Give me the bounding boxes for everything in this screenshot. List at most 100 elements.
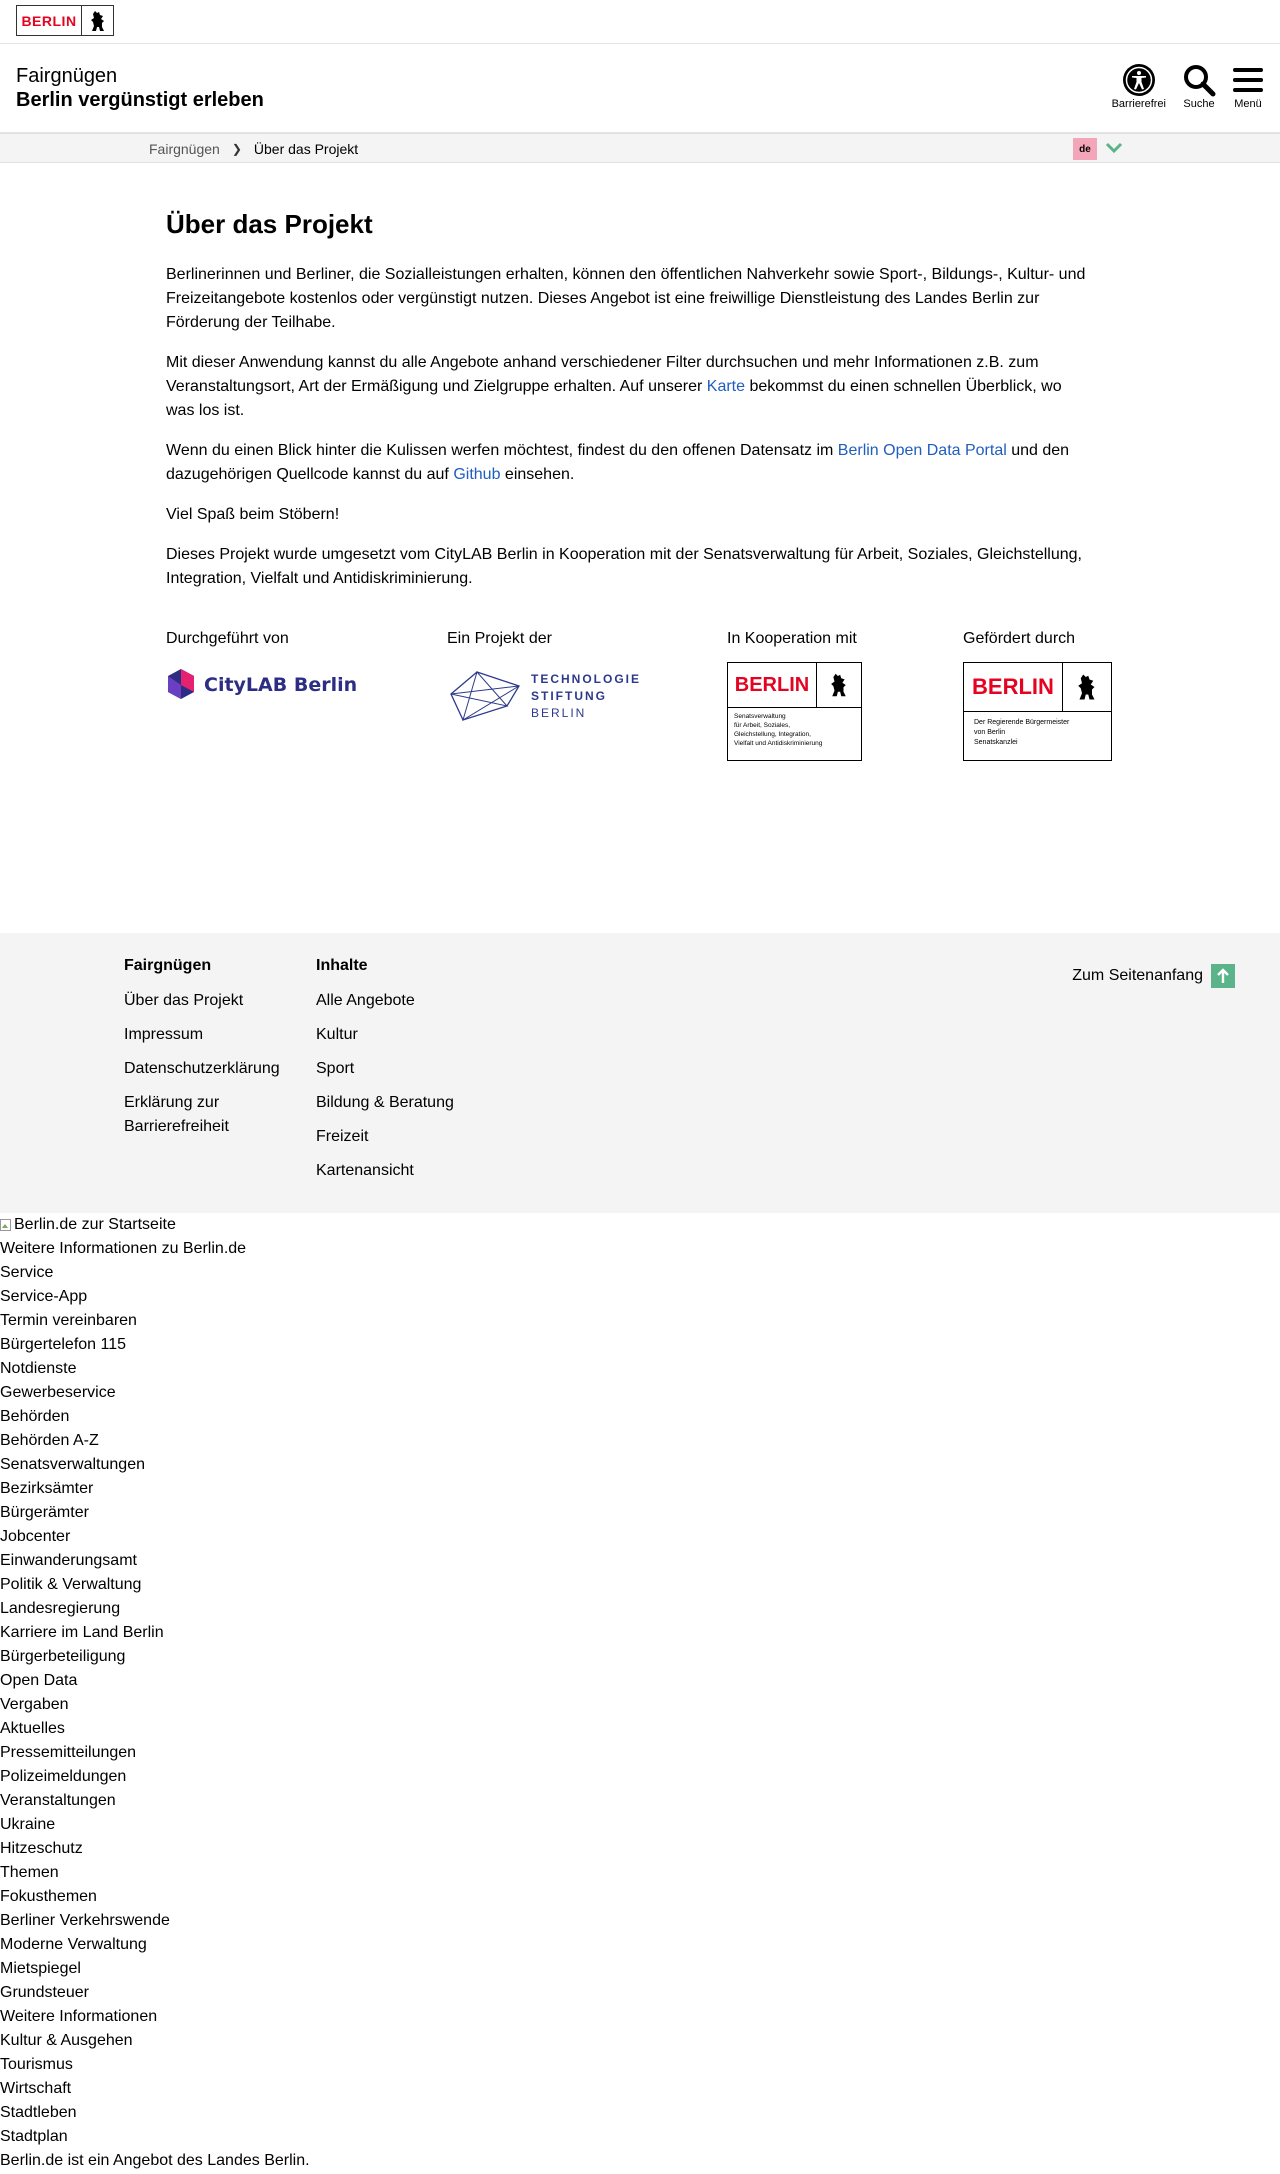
berlin-logo-row: BERLIN	[964, 663, 1111, 712]
list-item[interactable]: Ukraine	[0, 1813, 310, 1837]
map-link[interactable]: Karte	[707, 378, 745, 395]
partner-senatskanzlei: Gefördert durch BERLIN Der Regierende Bü…	[963, 630, 1112, 761]
logo-sub-line: Gleichstellung, Integration,	[734, 731, 811, 738]
list-item[interactable]: Veranstaltungen	[0, 1789, 310, 1813]
logo-subtitle: Der Regierende Bürgermeister von Berlin …	[964, 712, 1111, 754]
list-item[interactable]: Bürgertelefon 115	[0, 1333, 310, 1357]
footer-link[interactable]: Impressum	[124, 1023, 284, 1047]
list-item[interactable]: Grundsteuer	[0, 1981, 310, 2005]
berlin-portal-footer-list: Berlin.de zur Startseite Weitere Informa…	[0, 1213, 310, 2173]
footer-link[interactable]: Datenschutzerklärung	[124, 1057, 284, 1081]
list-item[interactable]: Kultur & Ausgehen	[0, 2029, 310, 2053]
berlin-logo-text: BERLIN	[964, 663, 1063, 711]
menu-button[interactable]: Menü	[1232, 62, 1264, 110]
paragraph-text: einsehen.	[500, 466, 575, 483]
breadcrumb: Fairgnügen ❯ Über das Projekt	[149, 134, 358, 164]
footer-link[interactable]: Freizeit	[316, 1125, 454, 1149]
site-tagline: Berlin vergünstigt erleben	[16, 89, 264, 111]
footer-heading: Fairgnügen	[124, 957, 212, 974]
partner-label: Gefördert durch	[963, 630, 1076, 647]
footer-link[interactable]: Über das Projekt	[124, 989, 284, 1013]
footer-link[interactable]: Sport	[316, 1057, 454, 1081]
logo-sub-line: Der Regierende Bürgermeister	[974, 719, 1070, 726]
list-item[interactable]: Notdienste	[0, 1357, 310, 1381]
list-item: Fokusthemen	[0, 1888, 97, 1905]
arrow-up-icon	[1211, 964, 1235, 988]
list-item[interactable]: Bürgerbeteiligung	[0, 1645, 310, 1669]
search-button[interactable]: Suche	[1182, 62, 1216, 110]
berlin-logo-text: BERLIN	[17, 6, 82, 35]
list-item[interactable]: Mietspiegel	[0, 1957, 310, 1981]
chevron-down-icon	[1105, 140, 1123, 158]
list-item[interactable]: Stadtplan	[0, 2125, 310, 2149]
list-item[interactable]: Bürgerämter	[0, 1501, 310, 1525]
language-switcher[interactable]: de	[1073, 138, 1123, 160]
accessibility-button[interactable]: Barrierefrei	[1112, 62, 1166, 110]
intro-paragraph: Berlinerinnen und Berliner, die Sozialle…	[166, 266, 1086, 331]
berlin-logo[interactable]: BERLIN	[16, 5, 114, 36]
list-item[interactable]: Moderne Verwaltung	[0, 1933, 310, 1957]
partners-section: Durchgeführt von CityLAB Berlin Ein Proj…	[166, 630, 1126, 790]
logo-sub-line: Vielfalt und Antidiskriminierung	[734, 740, 823, 747]
site-header: Fairgnügen Berlin vergünstigt erleben Ba…	[0, 44, 1280, 133]
footer-link[interactable]: Bildung & Beratung	[316, 1091, 454, 1115]
image-placeholder-icon	[0, 1219, 11, 1231]
footer-link[interactable]: Alle Angebote	[316, 989, 454, 1013]
citylab-logo[interactable]: CityLAB Berlin	[166, 668, 357, 702]
paragraph-text: Wenn du einen Blick hinter die Kulissen …	[166, 442, 838, 459]
back-to-top-button[interactable]: Zum Seitenanfang	[1072, 964, 1235, 988]
list-item[interactable]: Pressemitteilungen	[0, 1741, 310, 1765]
breadcrumb-current: Über das Projekt	[253, 141, 359, 157]
list-item[interactable]: Stadtleben	[0, 2101, 310, 2125]
logo-line: TECHNOLOGIE	[531, 671, 642, 686]
back-to-top-label: Zum Seitenanfang	[1072, 967, 1203, 984]
list-item: Berlin.de ist ein Angebot des Landes Ber…	[0, 2152, 310, 2169]
technologiestiftung-logo[interactable]: TECHNOLOGIE STIFTUNG BERLIN	[447, 668, 641, 724]
list-item[interactable]: Senatsverwaltungen	[0, 1453, 310, 1477]
footer-link[interactable]: Erklärung zur Barrierefreiheit	[124, 1091, 284, 1139]
partner-senatsverwaltung: In Kooperation mit BERLIN Senatsverwaltu…	[727, 630, 862, 761]
logo-subtitle: Senatsverwaltung für Arbeit, Soziales, G…	[728, 708, 861, 752]
breadcrumb-home[interactable]: Fairgnügen	[149, 141, 220, 157]
senatsverwaltung-logo[interactable]: BERLIN Senatsverwaltung für Arbeit, Sozi…	[727, 662, 862, 761]
list-item[interactable]: Tourismus	[0, 2053, 310, 2077]
list-item[interactable]: Landesregierung	[0, 1597, 310, 1621]
opendata-paragraph: Wenn du einen Blick hinter die Kulissen …	[166, 439, 1088, 487]
partner-label: Ein Projekt der	[447, 630, 552, 647]
list-item[interactable]: Wirtschaft	[0, 2077, 310, 2101]
partner-citylab: Durchgeführt von CityLAB Berlin	[166, 630, 357, 702]
broken-image-icon[interactable]: Berlin.de zur Startseite	[0, 1213, 310, 1237]
list-item: Aktuelles	[0, 1720, 65, 1737]
list-item[interactable]: Behörden A-Z	[0, 1429, 310, 1453]
accessibility-icon	[1122, 62, 1156, 98]
bear-icon	[1063, 663, 1111, 711]
list-item[interactable]: Termin vereinbaren	[0, 1309, 310, 1333]
open-data-portal-link[interactable]: Berlin Open Data Portal	[838, 442, 1007, 459]
logo-line: BERLIN	[531, 705, 587, 720]
list-item[interactable]: Open Data	[0, 1669, 310, 1693]
list-item[interactable]: Gewerbeservice	[0, 1381, 310, 1405]
list-item[interactable]: Einwanderungsamt	[0, 1549, 310, 1573]
footer-link[interactable]: Kartenansicht	[316, 1159, 454, 1183]
search-label: Suche	[1183, 98, 1215, 110]
enjoy-paragraph: Viel Spaß beim Stöbern!	[166, 506, 340, 523]
list-item[interactable]: Berliner Verkehrswende	[0, 1909, 310, 1933]
berlin-logo-text: BERLIN	[728, 663, 817, 707]
list-item[interactable]: Hitzeschutz	[0, 1837, 310, 1861]
list-item[interactable]: Service-App	[0, 1285, 310, 1309]
footer-link[interactable]: Kultur	[316, 1023, 454, 1047]
github-link[interactable]: Github	[453, 466, 500, 483]
site-title[interactable]: Fairgnügen Berlin vergünstigt erleben	[16, 64, 264, 112]
list-item[interactable]: Bezirksämter	[0, 1477, 310, 1501]
logo-sub-line: für Arbeit, Soziales,	[734, 722, 790, 729]
logo-sub-line: Senatsverwaltung	[734, 713, 786, 720]
footer-column-fairgnuegen: Fairgnügen Über das Projekt Impressum Da…	[124, 957, 284, 1149]
list-item[interactable]: Karriere im Land Berlin	[0, 1621, 310, 1645]
list-item[interactable]: Polizeimeldungen	[0, 1765, 310, 1789]
site-name: Fairgnügen	[16, 65, 118, 87]
citylab-icon	[168, 669, 194, 699]
senatskanzlei-logo[interactable]: BERLIN Der Regierende Bürgermeister von …	[963, 662, 1112, 761]
list-item[interactable]: Jobcenter	[0, 1525, 310, 1549]
partner-label: Durchgeführt von	[166, 630, 289, 647]
list-item[interactable]: Vergaben	[0, 1693, 310, 1717]
